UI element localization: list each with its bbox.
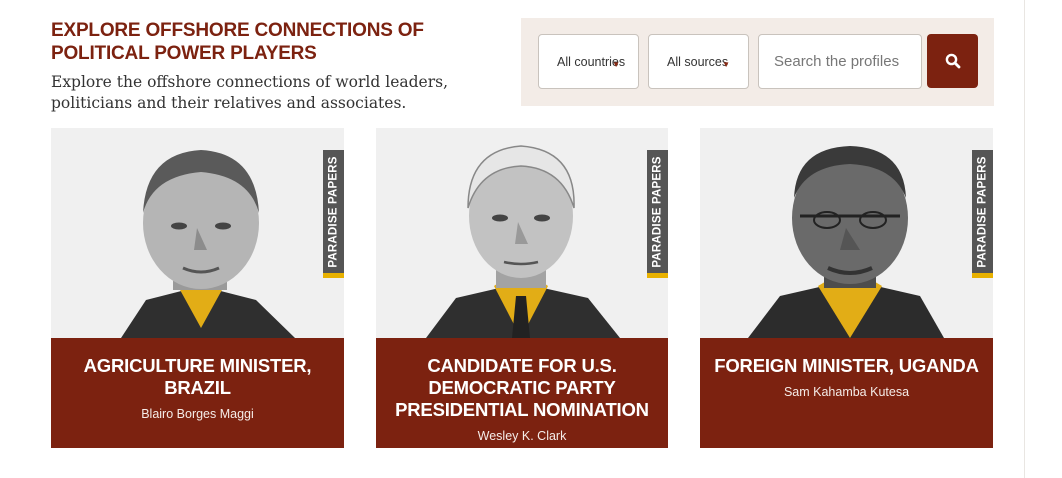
source-tag: PARADISE PAPERS <box>323 150 344 278</box>
portrait-image <box>748 146 944 338</box>
profile-role: AGRICULTURE MINISTER, BRAZIL <box>83 355 312 398</box>
search-input[interactable] <box>758 34 922 89</box>
intro-section: EXPLORE OFFSHORE CONNECTIONS OF POLITICA… <box>51 19 511 114</box>
page-title: EXPLORE OFFSHORE CONNECTIONS OF POLITICA… <box>51 20 424 64</box>
sources-select-value: All sources <box>667 54 729 69</box>
source-tag: PARADISE PAPERS <box>972 150 993 278</box>
profile-caption: FOREIGN MINISTER, UGANDA Sam Kahamba Kut… <box>700 338 993 448</box>
profile-card[interactable]: PARADISE PAPERS AGRICULTURE MINISTER, BR… <box>51 128 344 448</box>
profile-role: FOREIGN MINISTER, UGANDA <box>714 355 979 376</box>
profile-name: Sam Kahamba Kutesa <box>783 385 910 399</box>
profile-caption: AGRICULTURE MINISTER, BRAZIL Blairo Borg… <box>51 338 344 448</box>
profile-card[interactable]: PARADISE PAPERS FOREIGN MINISTER, UGANDA… <box>700 128 993 448</box>
profile-name: Blairo Borges Maggi <box>141 407 254 421</box>
countries-select[interactable]: All countries ▼ <box>538 34 639 89</box>
sources-select[interactable]: All sources ▼ <box>648 34 749 89</box>
page-subtitle: Explore the offshore connections of worl… <box>51 73 448 112</box>
chevron-down-icon: ▼ <box>722 60 730 69</box>
profile-role: CANDIDATE FOR U.S. DEMOCRATIC PARTY PRES… <box>395 355 649 420</box>
search-icon <box>945 53 960 69</box>
chevron-down-icon: ▼ <box>612 60 620 69</box>
profile-caption: CANDIDATE FOR U.S. DEMOCRATIC PARTY PRES… <box>376 338 668 448</box>
portrait-image <box>426 145 620 338</box>
page-divider <box>1024 0 1025 478</box>
profile-name: Wesley K. Clark <box>477 429 567 443</box>
profile-card[interactable]: PARADISE PAPERS CANDIDATE FOR U.S. DEMOC… <box>376 128 668 448</box>
search-button[interactable] <box>927 34 978 88</box>
filter-panel: All countries ▼ All sources ▼ <box>521 18 994 106</box>
portrait-image <box>121 150 295 338</box>
source-tag: PARADISE PAPERS <box>647 150 668 278</box>
